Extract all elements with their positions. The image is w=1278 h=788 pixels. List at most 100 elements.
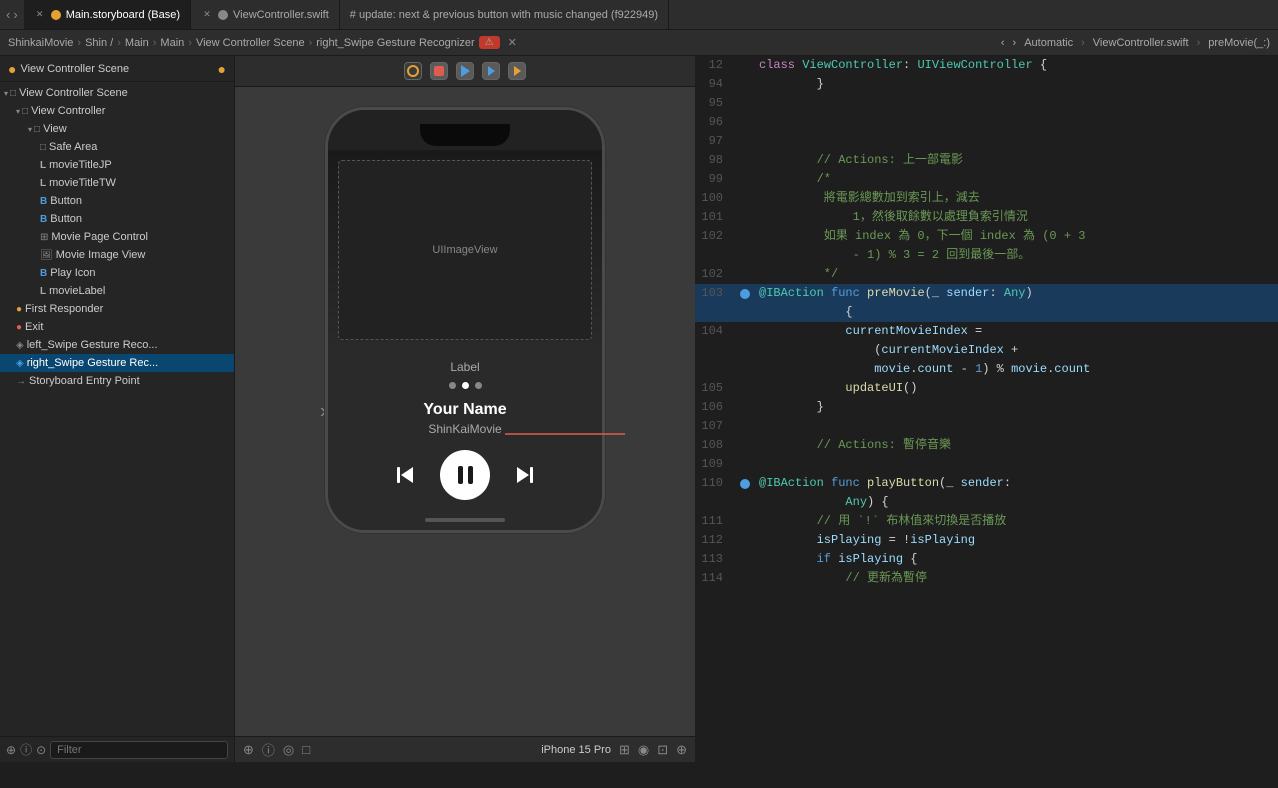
bc-project[interactable]: ShinkaiMovie [8,37,73,49]
toolbar-btn-play[interactable] [456,62,474,80]
iphone-next-button[interactable] [510,461,538,489]
sidebar-item-pagecontrol[interactable]: ⊞ Movie Page Control [0,228,234,246]
sb-icon5[interactable]: ⊞ [619,742,630,758]
tab-storyboard[interactable]: ✕ Main.storyboard (Base) [24,0,191,29]
sidebar-item-scene[interactable]: ▾ □ View Controller Scene [0,84,234,102]
tab-vc-close[interactable]: ✕ [201,9,213,21]
bc-premovie[interactable]: preMovie(_:) [1208,37,1270,49]
code-line-100: 100 將電影總數加到索引上，減去 [695,189,1278,208]
sidebar-item-exit[interactable]: ● Exit [0,318,234,336]
line-content-95 [755,94,1278,113]
line-num-playbutton: 110 [695,474,735,493]
sidebar-item-movielabel[interactable]: L movieLabel [0,282,234,300]
line-num-106 [695,360,735,379]
sidebar-footer-icon3[interactable]: ⊙ [36,743,46,757]
sidebar-item-entry[interactable]: → Storyboard Entry Point [0,372,234,390]
imageview-icon: 🖼 [40,250,53,261]
sidebar: ● View Controller Scene ● ▾ □ View Contr… [0,56,235,762]
bc-main[interactable]: Main [125,37,149,49]
toolbar-btn-circle[interactable] [404,62,422,80]
filter-input[interactable] [50,741,228,759]
line-content-109 [755,455,1278,474]
sidebar-item-safearea[interactable]: □ Safe Area [0,138,234,156]
nav-buttons[interactable]: ‹ › [0,7,24,22]
tab-commit[interactable]: # update: next & previous button with mu… [340,0,669,29]
bc-main2[interactable]: Main [160,37,184,49]
button-B-icon: B [40,196,47,207]
line-content-updateui: updateUI() [755,379,1278,398]
tab-viewcontroller[interactable]: ✕ ViewController.swift [191,0,340,29]
sidebar-button2-label: Button [50,213,82,225]
sidebar-item-responder[interactable]: ● First Responder [0,300,234,318]
line-gutter-playbutton[interactable] [735,474,755,493]
sidebar-item-button1[interactable]: B Button [0,192,234,210]
sb-icon4[interactable]: □ [302,742,310,757]
sidebar-item-playicon[interactable]: B Play Icon [0,264,234,282]
label-L2-icon: L [40,178,46,189]
sb-icon1[interactable]: ⊕ [243,742,254,758]
iphone-mockup: UIImageView Label Your Name Sh [325,107,605,533]
line-content-playbutton: @IBAction func playButton(_ sender: [755,474,1278,493]
forward-icon [514,66,521,76]
sb-icon6[interactable]: ◉ [638,742,649,758]
line-gutter-107 [735,417,755,436]
storyboard-canvas: › UIImageView Label [305,87,625,736]
line-gutter-playbutton-cont [735,493,755,512]
iphone-play-button[interactable] [440,450,490,500]
line-gutter-ibaction[interactable] [735,284,755,303]
line-content-close1: } [755,398,1278,417]
bc-close[interactable]: ✕ [508,36,517,49]
sidebar-item-vc[interactable]: ▾ □ View Controller [0,102,234,120]
sidebar-footer: ⊕ ⓘ ⊙ [0,736,234,762]
sidebar-item-view[interactable]: ▾ □ View [0,120,234,138]
sidebar-item-left-gesture[interactable]: ◈ left_Swipe Gesture Reco... [0,336,234,354]
line-content-ibaction: @IBAction func preMovie(_ sender: Any) [755,284,1278,303]
code-line-101: 101 1，然後取餘數以處理負索引情況 [695,208,1278,227]
tab-storyboard-close[interactable]: ✕ [34,9,46,21]
bc-auto[interactable]: Automatic [1024,37,1073,49]
line-gutter-105 [735,341,755,360]
line-num-107: 107 [695,417,735,436]
toolbar-btn-play2[interactable] [482,62,500,80]
toolbar-btn-square[interactable] [430,62,448,80]
sidebar-item-imageview[interactable]: 🖼 Movie Image View [0,246,234,264]
view-triangle-icon: ▾ [28,125,32,134]
iphone-screen: UIImageView Label Your Name Sh [328,150,602,510]
bc-warning[interactable]: ⚠ [479,36,500,49]
button-B2-icon: B [40,214,47,225]
sidebar-item-movietitletw[interactable]: L movieTitleTW [0,174,234,192]
sb-icon3[interactable]: ◎ [283,742,294,758]
bc-nav-left[interactable]: ‹ [1001,37,1005,49]
bc-scene[interactable]: View Controller Scene [196,37,305,49]
iphone-song-subtitle: ShinKaiMovie [338,422,592,436]
bc-gesture[interactable]: right_Swipe Gesture Recognizer [316,37,474,49]
entry-icon: → [16,376,26,387]
line-content-97 [755,132,1278,151]
sb-icon8[interactable]: ⊕ [676,742,687,758]
sidebar-footer-icon1[interactable]: ⊕ [6,743,16,757]
sidebar-scene-label: View Controller Scene [19,87,128,99]
tab-bar: ‹ › ✕ Main.storyboard (Base) ✕ ViewContr… [0,0,1278,30]
sidebar-item-movietitlejp[interactable]: L movieTitleJP [0,156,234,174]
bc-right-vc[interactable]: ViewController.swift [1093,37,1189,49]
nav-back-icon[interactable]: ‹ [6,7,10,22]
iphone-prev-button[interactable] [392,461,420,489]
sidebar-item-button2[interactable]: B Button [0,210,234,228]
gutter-dot2-icon[interactable] [740,479,750,489]
sb-icon2[interactable]: ⓘ [262,740,275,759]
gutter-dot-icon[interactable] [740,289,750,299]
line-content-104: */ [755,265,1278,284]
nav-forward-icon[interactable]: › [13,7,17,22]
bc-nav-right[interactable]: › [1013,37,1017,49]
code-line-currentmovieindex: 104 currentMovieIndex = [695,322,1278,341]
sidebar-footer-icon2[interactable]: ⓘ [20,741,32,758]
iphone-image-view: UIImageView [338,160,592,340]
sb-icon7[interactable]: ⊡ [657,742,668,758]
sidebar-item-right-gesture[interactable]: ◈ right_Swipe Gesture Rec... [0,354,234,372]
line-num-114: 114 [695,569,735,588]
line-num-113: 113 [695,550,735,569]
line-gutter-109 [735,455,755,474]
toolbar-btn-forward[interactable] [508,62,526,80]
tab-commit-label: # update: next & previous button with mu… [350,9,658,21]
bc-shin[interactable]: Shin / [85,37,113,49]
